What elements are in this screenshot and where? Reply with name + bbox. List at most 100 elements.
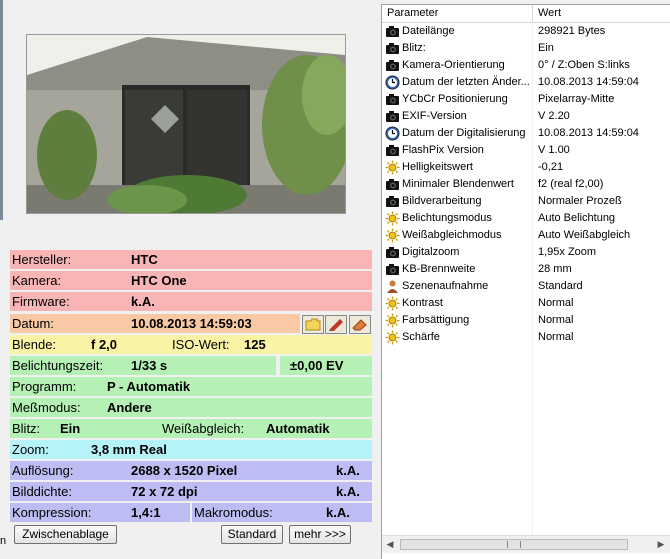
sun-icon <box>385 296 400 311</box>
row-value: V 2.20 <box>538 110 570 122</box>
scroll-right-icon[interactable]: ▶ <box>654 538 668 551</box>
edit-date-button[interactable] <box>325 315 347 334</box>
row-weissabgleich: Weißabgleich: Automatik <box>160 419 372 438</box>
row-parameter: Dateilänge <box>402 25 455 37</box>
scroll-left-icon[interactable]: ◀ <box>383 538 397 551</box>
camera-icon <box>385 109 400 124</box>
mehr-button[interactable]: mehr >>> <box>289 525 351 544</box>
table-row[interactable]: Bildverarbeitung Normaler Prozeß <box>382 193 670 210</box>
table-row[interactable]: Belichtungsmodus Auto Belichtung <box>382 210 670 227</box>
table-row[interactable]: Blitz: Ein <box>382 40 670 57</box>
table-row[interactable]: Datum der Digitalisierung 10.08.2013 14:5… <box>382 125 670 142</box>
table-row[interactable]: Szenenaufnahme Standard <box>382 278 670 295</box>
pencil-icon <box>329 319 343 331</box>
table-row[interactable]: FlashPix Version V 1.00 <box>382 142 670 159</box>
row-parameter: Datum der letzten Änder... <box>402 76 530 88</box>
header-parameter[interactable]: Parameter <box>382 5 533 22</box>
programm-label: Programm: <box>12 379 77 394</box>
blitz-label: Blitz: <box>12 421 41 436</box>
camera-icon <box>385 41 400 56</box>
programm-value: P - Automatik <box>107 379 191 394</box>
row-firmware: Firmware: k.A. <box>10 292 372 311</box>
left-edge-bar <box>0 0 3 220</box>
sun-icon <box>385 160 400 175</box>
table-row[interactable]: Weißabgleichmodus Auto Weißabgleich <box>382 227 670 244</box>
row-value: 1,95x Zoom <box>538 246 597 258</box>
row-value: f2 (real f2,00) <box>538 178 604 190</box>
info-pane: Hersteller: HTC Kamera: HTC One Firmware… <box>0 0 378 559</box>
row-messmodus: Meßmodus: Andere <box>10 398 372 417</box>
iso-value: 125 <box>244 337 266 352</box>
row-parameter: YCbCr Positionierung <box>402 93 508 105</box>
camera-icon <box>385 92 400 107</box>
row-bilddichte: Bilddichte: 72 x 72 dpi k.A. <box>10 482 372 501</box>
row-value: Standard <box>538 280 583 292</box>
table-row[interactable]: Datum der letzten Änder... 10.08.2013 14:… <box>382 74 670 91</box>
row-value: Normal <box>538 331 574 343</box>
table-row[interactable]: KB-Brennweite 28 mm <box>382 261 670 278</box>
kamera-label: Kamera: <box>12 273 62 288</box>
kompression-label: Kompression: <box>12 505 92 520</box>
row-kamera: Kamera: HTC One <box>10 271 372 290</box>
table-row[interactable]: Farbsättigung Normal <box>382 312 670 329</box>
bilddichte-label: Bilddichte: <box>12 484 72 499</box>
photo-preview[interactable] <box>26 34 346 214</box>
row-parameter: KB-Brennweite <box>402 263 476 275</box>
table-row[interactable]: Kamera-Orientierung 0° / Z:Oben S:links <box>382 57 670 74</box>
row-parameter: Blitz: <box>402 42 426 54</box>
table-row[interactable]: Minimaler Blendenwert f2 (real f2,00) <box>382 176 670 193</box>
firmware-value: k.A. <box>131 294 155 309</box>
hersteller-value: HTC <box>131 252 158 267</box>
person-icon <box>385 279 400 294</box>
hersteller-label: Hersteller: <box>12 252 72 267</box>
sun-icon <box>385 211 400 226</box>
datum-value: 10.08.2013 14:59:03 <box>131 316 252 331</box>
row-parameter: Bildverarbeitung <box>402 195 482 207</box>
datum-label: Datum: <box>12 316 54 331</box>
weissabgleich-value: Automatik <box>266 421 330 436</box>
clock-icon <box>385 126 400 141</box>
blitz-value: Ein <box>60 421 81 436</box>
table-row[interactable]: Helligkeitswert -0,21 <box>382 159 670 176</box>
table-row[interactable]: Schärfe Normal <box>382 329 670 346</box>
zwischenablage-button[interactable]: Zwischenablage <box>14 525 117 544</box>
row-value: -0,21 <box>538 161 564 173</box>
row-parameter: Digitalzoom <box>402 246 460 258</box>
blende-value: f 2,0 <box>91 337 118 352</box>
scroll-thumb[interactable] <box>400 539 628 550</box>
left-edge-letter: n <box>0 535 7 547</box>
row-datum: Datum: 10.08.2013 14:59:03 <box>10 314 300 333</box>
aufloesung-extra: k.A. <box>336 463 360 478</box>
horizontal-scrollbar[interactable]: ◀ ▶ <box>382 535 670 553</box>
messmodus-value: Andere <box>107 400 152 415</box>
row-parameter: Kamera-Orientierung <box>402 59 505 71</box>
row-value: Normaler Prozeß <box>538 195 622 207</box>
table-row[interactable]: EXIF-Version V 2.20 <box>382 108 670 125</box>
row-parameter: Schärfe <box>402 331 440 343</box>
clear-date-button[interactable] <box>349 315 371 334</box>
row-parameter: Helligkeitswert <box>402 161 473 173</box>
folder-icon <box>305 318 321 331</box>
row-blitz: Blitz: Ein <box>10 419 160 438</box>
row-belichtungszeit: Belichtungszeit: 1/33 s <box>10 356 276 375</box>
aufloesung-label: Auflösung: <box>12 463 74 478</box>
open-folder-button[interactable] <box>302 315 324 334</box>
row-value: 28 mm <box>538 263 572 275</box>
table-row[interactable]: YCbCr Positionierung Pixelarray-Mitte <box>382 91 670 108</box>
header-wert[interactable]: Wert <box>533 5 670 22</box>
kompression-value: 1,4:1 <box>131 505 161 520</box>
bilddichte-extra: k.A. <box>336 484 360 499</box>
row-value: 298921 Bytes <box>538 25 606 37</box>
exif-table[interactable]: Parameter Wert Dateilänge 298921 Bytes Bli… <box>381 4 670 559</box>
messmodus-label: Meßmodus: <box>12 400 81 415</box>
sun-icon <box>385 313 400 328</box>
row-value: Normal <box>538 314 574 326</box>
standard-button[interactable]: Standard <box>221 525 283 544</box>
table-row[interactable]: Kontrast Normal <box>382 295 670 312</box>
belichtungszeit-value: 1/33 s <box>131 358 168 373</box>
camera-icon <box>385 177 400 192</box>
row-value: Pixelarray-Mitte <box>538 93 615 105</box>
table-row[interactable]: Digitalzoom 1,95x Zoom <box>382 244 670 261</box>
table-row[interactable]: Dateilänge 298921 Bytes <box>382 23 670 40</box>
row-parameter: Belichtungsmodus <box>402 212 492 224</box>
